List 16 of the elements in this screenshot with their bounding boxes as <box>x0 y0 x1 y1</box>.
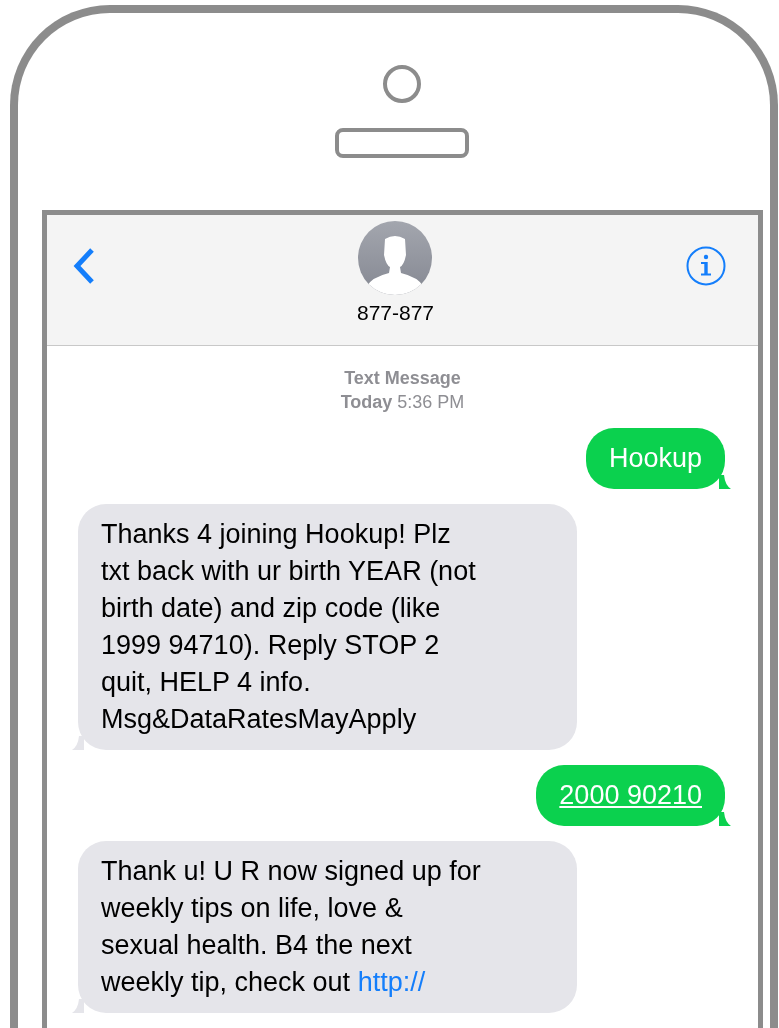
timestamp: Today 5:36 PM <box>340 391 465 414</box>
bubble-tail <box>719 475 731 489</box>
bubble-tail <box>72 999 84 1013</box>
camera-icon <box>383 65 421 103</box>
bubble-tail <box>719 812 731 826</box>
info-icon[interactable] <box>686 246 726 286</box>
sent-message: Hookup <box>585 428 725 489</box>
contact-name[interactable]: 877-877 <box>356 301 435 325</box>
timestamp-label: Text Message <box>344 367 461 390</box>
received-message: Thank u! U R now signed up for weekly tips on life, love & sexual health. B4 the next weekly tip, check out http:// <box>78 841 577 1013</box>
received-message: Thanks 4 joining Hookup! Plz txt back with ur birth YEAR (not birth date) and zip code (like 1999 94710). Reply STOP 2 quit, HELP 4 info. Msg&DataRatesMayApply <box>78 504 577 750</box>
avatar-icon[interactable] <box>358 221 433 295</box>
bubble-tail <box>72 736 84 750</box>
back-icon[interactable] <box>73 247 95 285</box>
sent-message: 2000 90210 <box>536 765 725 826</box>
speaker-icon <box>335 128 469 158</box>
